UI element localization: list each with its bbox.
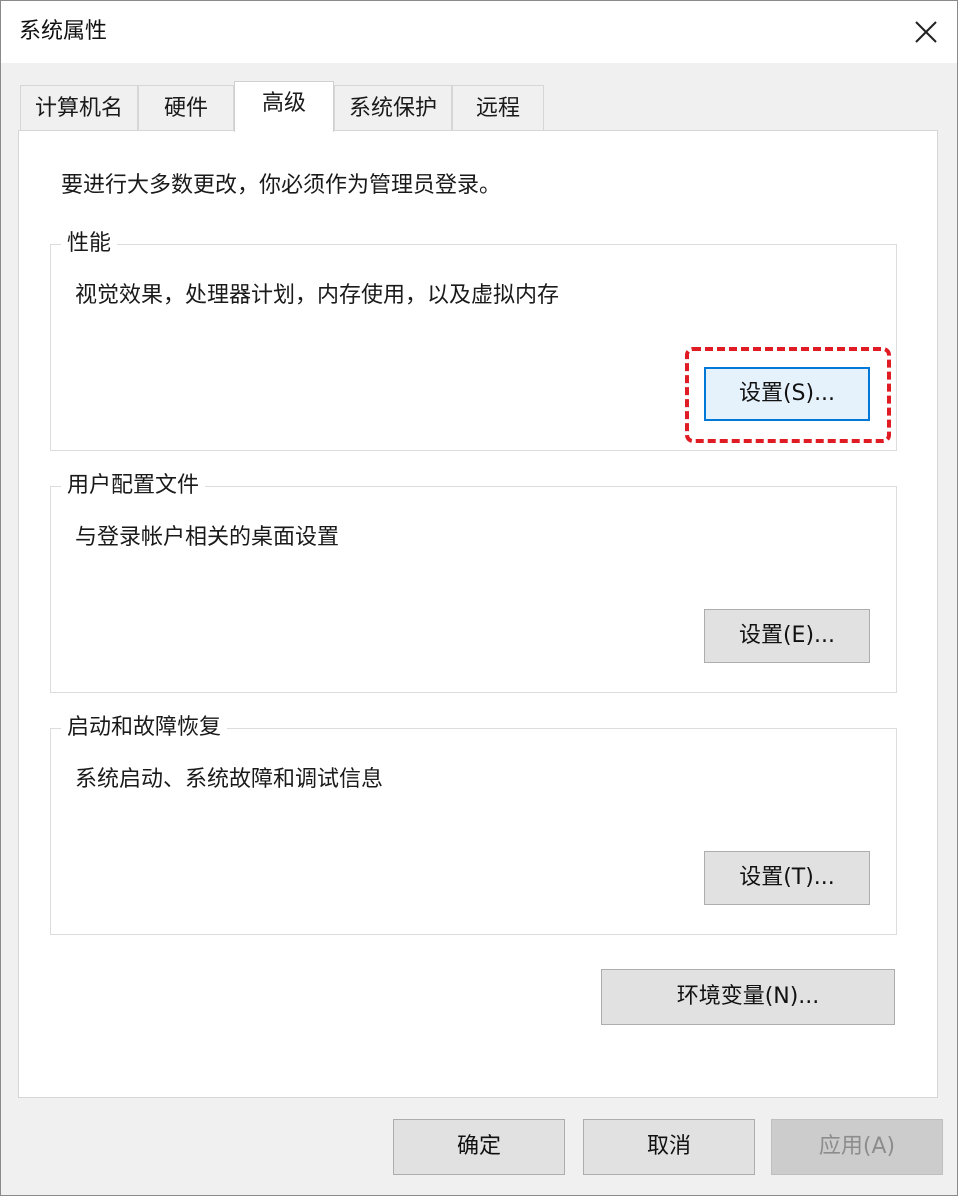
tab-hardware[interactable]: 硬件 [138,85,234,130]
window-title: 系统属性 [19,19,108,44]
user-profiles-description: 与登录帐户相关的桌面设置 [75,525,340,550]
tab-computer-name[interactable]: 计算机名 [20,85,138,130]
title-bar: 系统属性 [1,1,957,63]
close-button[interactable] [895,1,957,63]
performance-group-title: 性能 [61,229,118,259]
startup-recovery-group: 启动和故障恢复 系统启动、系统故障和调试信息 设置(T)... [50,713,897,935]
admin-notice: 要进行大多数更改，你必须作为管理员登录。 [61,173,502,198]
performance-description: 视觉效果，处理器计划，内存使用，以及虚拟内存 [75,283,560,308]
startup-recovery-settings-button[interactable]: 设置(T)... [704,851,870,905]
user-profiles-settings-button[interactable]: 设置(E)... [704,609,870,663]
system-properties-window: 系统属性 计算机名 硬件 高级 系统保护 远程 要进行大多数更改，你必须作为管理… [0,0,958,1196]
tab-remote[interactable]: 远程 [452,85,544,130]
tab-system-protection[interactable]: 系统保护 [334,85,452,130]
advanced-tab-panel: 要进行大多数更改，你必须作为管理员登录。 性能 视觉效果，处理器计划，内存使用，… [18,130,938,1098]
tab-advanced[interactable]: 高级 [234,81,334,132]
cancel-button[interactable]: 取消 [583,1119,755,1175]
performance-settings-button[interactable]: 设置(S)... [704,367,870,421]
startup-recovery-group-title: 启动和故障恢复 [61,713,228,743]
performance-group: 性能 视觉效果，处理器计划，内存使用，以及虚拟内存 设置(S)... [50,229,897,451]
apply-button[interactable]: 应用(A) [771,1119,943,1175]
user-profiles-group: 用户配置文件 与登录帐户相关的桌面设置 设置(E)... [50,471,897,693]
user-profiles-group-title: 用户配置文件 [61,471,206,501]
ok-button[interactable]: 确定 [393,1119,565,1175]
close-icon [915,21,937,43]
startup-recovery-description: 系统启动、系统故障和调试信息 [75,767,384,792]
environment-variables-button[interactable]: 环境变量(N)... [601,969,895,1025]
